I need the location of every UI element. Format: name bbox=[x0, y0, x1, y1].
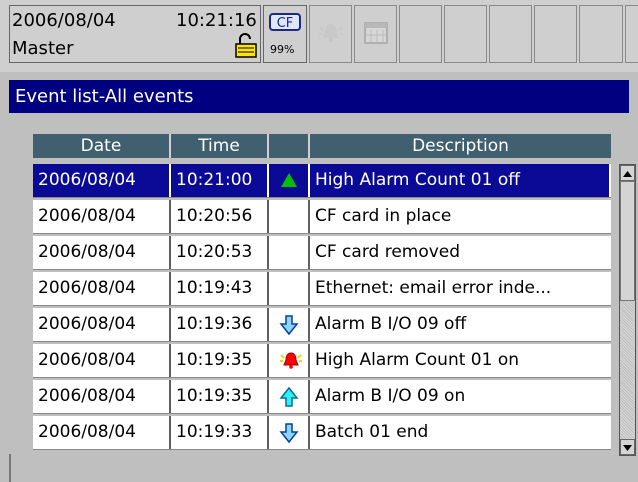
red-alarm-bell-icon bbox=[280, 352, 302, 369]
blue-down-arrow-icon bbox=[279, 423, 299, 444]
table-row[interactable]: 2006/08/04 10:20:53 CF card removed bbox=[33, 236, 611, 270]
status-time: 10:21:16 bbox=[176, 10, 257, 31]
cell-date: 2006/08/04 bbox=[33, 164, 171, 197]
cell-time: 10:19:43 bbox=[171, 272, 269, 305]
scroll-up-button[interactable] bbox=[620, 165, 635, 181]
cell-description: Alarm B I/O 09 off bbox=[315, 314, 467, 334]
cell-description: Ethernet: email error inde... bbox=[315, 278, 552, 298]
cell-date: 2006/08/04 bbox=[33, 416, 171, 449]
cell-time: 10:20:56 bbox=[171, 200, 269, 233]
alarm-bell-icon bbox=[319, 24, 343, 42]
green-up-triangle-icon bbox=[281, 173, 297, 187]
cf-card-icon: CF bbox=[269, 13, 301, 31]
table-row[interactable]: 2006/08/04 10:19:35 Alarm B I/O 09 on bbox=[33, 380, 611, 414]
column-header-time[interactable]: Time bbox=[171, 134, 269, 158]
cell-time: 10:19:33 bbox=[171, 416, 269, 449]
cell-date: 2006/08/04 bbox=[33, 380, 171, 413]
cell-description: High Alarm Count 01 on bbox=[315, 350, 519, 370]
status-slot-empty-3 bbox=[489, 5, 532, 63]
cell-date: 2006/08/04 bbox=[33, 344, 171, 377]
cell-time: 10:19:35 bbox=[171, 380, 269, 413]
unlock-icon bbox=[235, 33, 257, 58]
calendar-status-slot[interactable] bbox=[354, 5, 397, 63]
cell-event-icon bbox=[269, 200, 310, 233]
column-header-icon bbox=[269, 134, 310, 158]
arrow-down-icon bbox=[623, 445, 632, 451]
blue-down-arrow-icon bbox=[279, 315, 299, 336]
cf-card-status[interactable]: CF 99% bbox=[263, 5, 307, 63]
cell-description: Batch 01 end bbox=[315, 422, 429, 442]
page-title: Event list-All events bbox=[9, 80, 629, 113]
cell-description: High Alarm Count 01 off bbox=[310, 164, 611, 197]
status-slot-empty-4 bbox=[534, 5, 577, 63]
status-bar: 2006/08/04 10:21:16 Master CF 99% bbox=[0, 0, 638, 72]
table-body: 2006/08/04 10:21:00 High Alarm Count 01 of… bbox=[33, 164, 611, 454]
table-row[interactable]: 2006/08/04 10:19:43 Ethernet: email error … bbox=[33, 272, 611, 306]
table-row[interactable]: 2006/08/04 10:19:33 Batch 01 end bbox=[33, 416, 611, 450]
table-row[interactable]: 2006/08/04 10:19:36 Alarm B I/O 09 off bbox=[33, 308, 611, 342]
table-row[interactable]: 2006/08/04 10:20:56 CF card in place bbox=[33, 200, 611, 234]
event-table: Date Time Description 2006/08/04 10:21:00… bbox=[33, 134, 611, 454]
cell-event-icon bbox=[269, 308, 310, 341]
cell-time: 10:19:35 bbox=[171, 344, 269, 377]
frame-edge bbox=[9, 454, 11, 482]
cf-usage-percent: 99% bbox=[270, 43, 295, 56]
cell-description: CF card removed bbox=[315, 242, 461, 262]
calendar-icon bbox=[364, 22, 388, 44]
column-header-description[interactable]: Description bbox=[310, 134, 611, 158]
status-slot-empty-1 bbox=[399, 5, 442, 63]
status-slot-empty-6 bbox=[625, 5, 638, 63]
column-header-date[interactable]: Date bbox=[33, 134, 171, 158]
cell-time: 10:19:36 bbox=[171, 308, 269, 341]
arrow-up-icon bbox=[623, 171, 632, 177]
status-info-box: 2006/08/04 10:21:16 Master bbox=[9, 5, 261, 63]
cell-date: 2006/08/04 bbox=[33, 200, 171, 233]
cell-event-icon bbox=[269, 416, 310, 449]
cell-description: CF card in place bbox=[315, 206, 452, 226]
status-user: Master bbox=[12, 38, 74, 59]
status-date: 2006/08/04 bbox=[12, 10, 116, 31]
cell-event-icon bbox=[269, 380, 310, 413]
status-slot-empty-5 bbox=[579, 5, 623, 63]
table-row[interactable]: 2006/08/04 10:19:35 High Alarm Count 01 on bbox=[33, 344, 611, 378]
cell-date: 2006/08/04 bbox=[33, 308, 171, 341]
scroll-thumb[interactable] bbox=[620, 181, 635, 301]
table-row[interactable]: 2006/08/04 10:21:00 High Alarm Count 01 of… bbox=[33, 164, 611, 198]
cell-event-icon bbox=[269, 164, 310, 197]
scroll-down-button[interactable] bbox=[620, 439, 635, 455]
status-slot-empty-2 bbox=[444, 5, 487, 63]
alarm-status-slot[interactable] bbox=[309, 5, 352, 63]
cell-date: 2006/08/04 bbox=[33, 236, 171, 269]
vertical-scrollbar[interactable] bbox=[619, 164, 636, 456]
cell-event-icon bbox=[269, 236, 310, 269]
cell-time: 10:20:53 bbox=[171, 236, 269, 269]
table-header: Date Time Description bbox=[33, 134, 611, 158]
cell-description: Alarm B I/O 09 on bbox=[315, 386, 466, 406]
cyan-up-arrow-icon bbox=[279, 386, 299, 407]
cell-event-icon bbox=[269, 344, 310, 377]
cell-time: 10:21:00 bbox=[171, 164, 269, 197]
cell-event-icon bbox=[269, 272, 310, 305]
cell-date: 2006/08/04 bbox=[33, 272, 171, 305]
